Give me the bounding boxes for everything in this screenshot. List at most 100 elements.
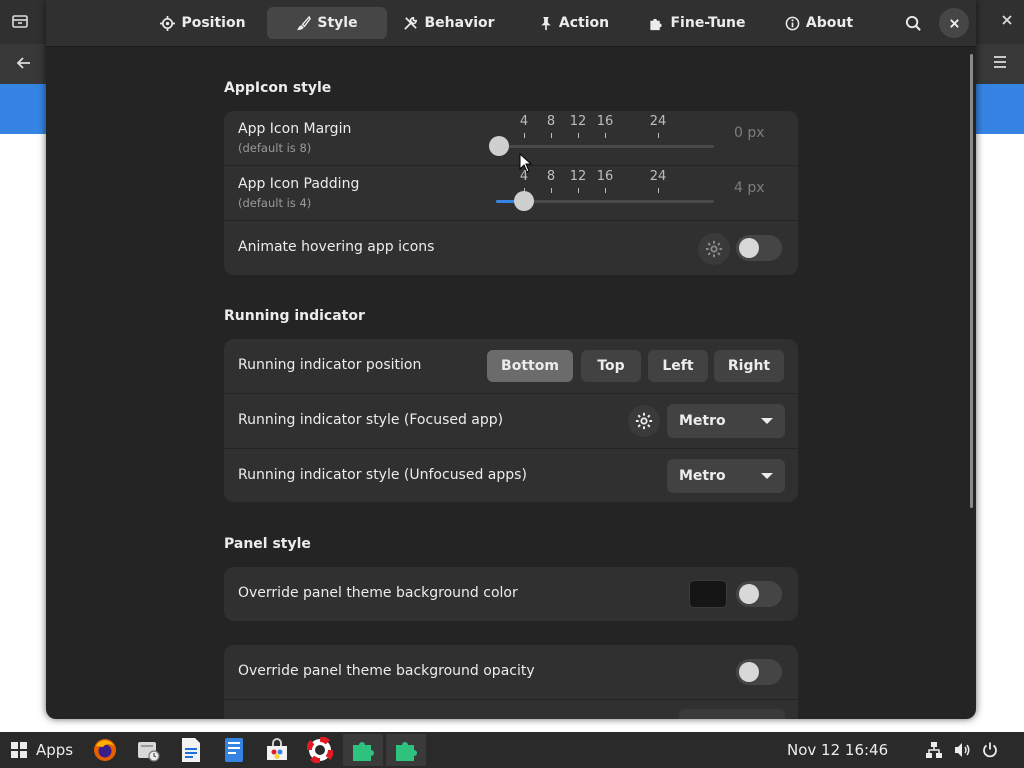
taskbar-text-editor[interactable] <box>214 734 254 766</box>
app-icon-margin-slider-handle[interactable] <box>489 136 509 156</box>
close-button[interactable] <box>939 8 969 38</box>
slider-mark: 16 <box>596 114 614 129</box>
focused-style-value: Metro <box>679 413 726 429</box>
tab-label: Behavior <box>424 15 495 31</box>
tab-label: Position <box>181 15 246 31</box>
tab-behavior[interactable]: Behavior <box>396 7 502 39</box>
panel-bg-color-group: Override panel theme background color <box>224 567 798 621</box>
slider-tick <box>551 133 552 138</box>
panel-next-row-control[interactable] <box>679 709 785 719</box>
running-indicator-position-label: Running indicator position <box>238 357 422 373</box>
section-title-appicon-style: AppIcon style <box>224 80 332 96</box>
running-indicator-group: Running indicator position Bottom Top Le… <box>224 339 798 502</box>
focused-style-dropdown[interactable]: Metro <box>667 404 785 438</box>
software-store-icon <box>267 738 287 760</box>
slider-mark: 24 <box>649 114 667 129</box>
tab-style[interactable]: Style <box>267 7 387 39</box>
slider-mark: 8 <box>546 114 556 129</box>
appicon-style-group: App Icon Margin (default is 8) 4 8 12 16… <box>224 111 798 275</box>
position-bottom-button[interactable]: Bottom <box>487 350 573 382</box>
panel-bg-opacity-group: Override panel theme background opacity <box>224 645 798 719</box>
crosshair-icon <box>160 15 176 31</box>
slider-mark: 24 <box>649 169 667 184</box>
running-indicator-position-row: Running indicator position Bottom Top Le… <box>224 339 798 394</box>
running-indicator-unfocused-row: Running indicator style (Unfocused apps)… <box>224 449 798 502</box>
network-icon[interactable] <box>924 740 944 760</box>
app-icon-margin-slider[interactable] <box>496 145 714 148</box>
running-indicator-focused-row: Running indicator style (Focused app) Me… <box>224 394 798 449</box>
taskbar-mail[interactable] <box>128 734 168 766</box>
tab-about[interactable]: About <box>780 7 858 39</box>
position-right-button[interactable]: Right <box>714 350 784 382</box>
app-icon-padding-value: 4 px <box>734 180 765 196</box>
puzzle-icon <box>650 18 663 30</box>
mail-client-icon <box>138 742 160 762</box>
unfocused-style-value: Metro <box>679 468 726 484</box>
animate-hover-toggle[interactable] <box>736 235 782 261</box>
tab-label: Fine-Tune <box>670 15 746 31</box>
firefox-icon <box>94 739 116 761</box>
position-left-button[interactable]: Left <box>648 350 708 382</box>
animate-hover-row: Animate hovering app icons <box>224 221 798 275</box>
tools-icon <box>404 16 418 30</box>
settings-dialog: Position Style Behavior Action Fine-Tune… <box>46 0 976 719</box>
tab-action[interactable]: Action <box>528 7 620 39</box>
tab-label: Style <box>317 15 358 31</box>
tab-position[interactable]: Position <box>153 7 253 39</box>
slider-tick <box>578 188 579 193</box>
app-icon-margin-value: 0 px <box>734 125 765 141</box>
position-top-button[interactable]: Top <box>581 350 641 382</box>
animate-hover-settings-button[interactable] <box>698 233 730 265</box>
hamburger-menu-icon[interactable] <box>990 54 1010 75</box>
panel-bg-color-row: Override panel theme background color <box>224 567 798 621</box>
apps-grid-icon <box>11 742 27 758</box>
app-icon-padding-default: (default is 4) <box>238 196 312 210</box>
slider-tick <box>524 133 525 138</box>
taskbar: Apps Nov 12 16:46 <box>0 732 1024 768</box>
slider-tick <box>658 133 659 138</box>
unfocused-style-dropdown[interactable]: Metro <box>667 459 785 493</box>
app-icon-padding-row: App Icon Padding (default is 4) 4 8 12 1… <box>224 166 798 221</box>
slider-mark: 4 <box>519 114 529 129</box>
back-arrow-icon[interactable] <box>14 54 34 77</box>
gear-icon <box>635 412 653 430</box>
scrollbar[interactable] <box>970 54 973 508</box>
chevron-down-icon <box>761 418 773 424</box>
slider-tick <box>605 188 606 193</box>
extension-puzzle-icon <box>353 742 374 761</box>
slider-mark: 8 <box>546 169 556 184</box>
panel-bg-color-label: Override panel theme background color <box>238 585 518 601</box>
volume-icon[interactable] <box>952 740 972 760</box>
background-close-icon[interactable] <box>997 12 1017 32</box>
mouse-cursor-icon <box>519 153 533 173</box>
chevron-down-icon <box>761 473 773 479</box>
paintbrush-icon <box>297 15 312 30</box>
info-icon <box>785 16 800 30</box>
taskbar-clock[interactable]: Nov 12 16:46 <box>787 732 888 768</box>
search-icon <box>905 15 921 31</box>
apps-menu-button[interactable]: Apps <box>10 732 73 768</box>
taskbar-help[interactable] <box>300 734 340 766</box>
taskbar-extensions[interactable] <box>343 734 383 766</box>
tab-fine-tune[interactable]: Fine-Tune <box>642 7 752 39</box>
taskbar-firefox[interactable] <box>85 734 125 766</box>
panel-bg-opacity-row: Override panel theme background opacity <box>224 645 798 700</box>
app-icon-margin-default: (default is 8) <box>238 141 312 155</box>
slider-mark: 12 <box>569 114 587 129</box>
search-button[interactable] <box>898 8 928 38</box>
animate-hover-label: Animate hovering app icons <box>238 239 435 255</box>
focused-style-settings-button[interactable] <box>628 405 660 437</box>
archive-icon[interactable] <box>10 12 30 35</box>
app-icon-padding-slider-handle[interactable] <box>514 191 534 211</box>
document-editor-icon <box>182 738 200 762</box>
power-icon[interactable] <box>980 740 1000 760</box>
taskbar-extension-settings[interactable] <box>386 734 426 766</box>
taskbar-software-store[interactable] <box>257 734 297 766</box>
slider-tick <box>605 133 606 138</box>
taskbar-document-editor[interactable] <box>171 734 211 766</box>
panel-bg-color-toggle[interactable] <box>736 581 782 607</box>
panel-bg-opacity-toggle[interactable] <box>736 659 782 685</box>
tab-label: Action <box>558 15 610 31</box>
panel-bg-color-swatch[interactable] <box>689 580 727 608</box>
pin-icon <box>541 16 551 30</box>
